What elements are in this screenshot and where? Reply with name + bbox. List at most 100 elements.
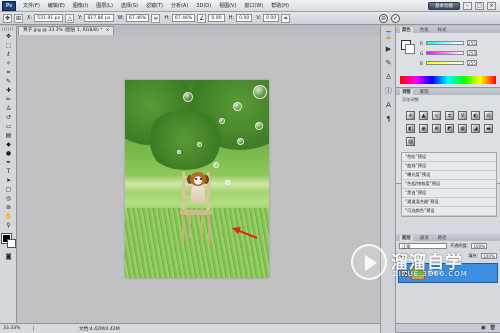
menu-image[interactable]: 图像(I) xyxy=(69,2,92,9)
layer-visibility-eye-icon[interactable]: ● xyxy=(401,269,408,277)
quick-mask-icon[interactable]: ◙ xyxy=(3,252,14,261)
paragraph-panel-icon[interactable]: ¶ xyxy=(383,114,394,124)
3d-rotate-tool-icon[interactable]: ◎ xyxy=(3,194,14,203)
menu-window[interactable]: 窗口(W) xyxy=(240,2,267,9)
menu-view[interactable]: 视图(V) xyxy=(215,2,240,9)
document-tab[interactable]: 凳子.jpg @ 33.3% (图层 1, RGB/8) * × xyxy=(18,26,115,35)
y-position-field[interactable]: 817.86 px xyxy=(84,14,114,22)
warp-icon[interactable]: ⌗ xyxy=(281,13,291,23)
tab-swatches[interactable]: 色板 xyxy=(418,27,431,33)
gradient-tool-icon[interactable]: ▤ xyxy=(3,131,14,140)
menu-3d[interactable]: 3D(D) xyxy=(192,3,215,9)
character-panel-icon[interactable]: A xyxy=(383,100,394,110)
threshold-icon[interactable]: ◪ xyxy=(471,124,480,133)
close-document-icon[interactable]: × xyxy=(106,28,110,33)
curves-icon[interactable]: ∿ xyxy=(432,111,441,120)
posterize-icon[interactable]: ▦ xyxy=(458,124,467,133)
eyedropper-tool-icon[interactable]: ✎ xyxy=(3,77,14,86)
lock-icon[interactable]: 🔒 xyxy=(412,253,417,259)
width-field[interactable]: 67.46% xyxy=(125,14,150,22)
hand-tool-icon[interactable]: ✋ xyxy=(3,212,14,221)
toolbox-grip[interactable] xyxy=(2,27,14,31)
history-panel-icon[interactable]: ⌛ xyxy=(383,30,394,40)
commit-transform-button[interactable]: ✓ xyxy=(391,13,400,23)
preset-hue-saturation[interactable]: “色相/饱和度”预设 xyxy=(402,180,496,189)
blend-mode-select[interactable]: 正常 xyxy=(399,243,447,249)
minimize-button[interactable]: – xyxy=(463,1,472,10)
shape-tool-icon[interactable]: ▢ xyxy=(3,185,14,194)
new-layer-icon[interactable]: ▣ xyxy=(481,324,486,332)
maximize-button[interactable]: □ xyxy=(475,1,484,10)
eraser-tool-icon[interactable]: ▭ xyxy=(3,122,14,131)
black-white-icon[interactable]: ◧ xyxy=(406,124,415,133)
slider-g-track[interactable] xyxy=(426,51,465,55)
hskew-field[interactable]: 0.00 xyxy=(236,14,253,22)
tab-adjustments[interactable]: 调整 xyxy=(400,88,413,95)
lasso-tool-icon[interactable]: ℓ xyxy=(3,50,14,59)
pen-tool-icon[interactable]: ✒ xyxy=(3,158,14,167)
link-icon[interactable]: ∞ xyxy=(151,13,161,23)
exposure-icon[interactable]: ± xyxy=(445,111,454,120)
tab-layers[interactable]: 图层 xyxy=(400,234,413,241)
menu-select[interactable]: 选择(S) xyxy=(117,2,142,9)
gradient-map-icon[interactable]: ▬ xyxy=(484,124,493,133)
info-panel-icon[interactable]: ⓘ xyxy=(383,86,394,96)
preset-channel-mixer[interactable]: “通道混合器”预设 xyxy=(402,198,496,207)
menu-filter[interactable]: 滤镜(T) xyxy=(142,2,167,9)
preset-selective-color[interactable]: “可选颜色”预设 xyxy=(402,207,496,216)
brush-tool-icon[interactable]: ✏ xyxy=(3,95,14,104)
dodge-tool-icon[interactable]: ● xyxy=(3,149,14,158)
preset-black-white[interactable]: “黑白”预设 xyxy=(402,189,496,198)
selective-color-icon[interactable]: ▨ xyxy=(406,137,415,146)
angle-field[interactable]: 0.00 xyxy=(208,14,225,22)
height-field[interactable]: 67.46% xyxy=(171,14,196,22)
canvas-area[interactable] xyxy=(18,35,380,324)
fill-field[interactable]: 100% xyxy=(481,253,497,259)
vskew-field[interactable]: 0.00 xyxy=(263,14,280,22)
x-position-field[interactable]: 531.91 px xyxy=(34,14,64,22)
brush-panel-icon[interactable]: ✎ xyxy=(383,58,394,68)
slider-r-track[interactable] xyxy=(425,41,464,45)
type-tool-icon[interactable]: T xyxy=(3,167,14,176)
clone-stamp-tool-icon[interactable]: ♙ xyxy=(3,104,14,113)
clone-source-panel-icon[interactable]: ♙ xyxy=(383,72,394,82)
levels-icon[interactable]: ▲ xyxy=(419,111,428,120)
preset-levels[interactable]: “色阶”预设 xyxy=(402,153,496,162)
preset-exposure[interactable]: “曝光度”预设 xyxy=(402,171,496,180)
vibrance-icon[interactable]: V xyxy=(458,111,467,120)
tab-paths[interactable]: 路径 xyxy=(436,235,449,241)
tab-color[interactable]: 颜色 xyxy=(400,26,413,33)
slider-b-track[interactable] xyxy=(425,61,464,65)
reference-point-icon[interactable]: ⊞ xyxy=(14,13,23,23)
tab-styles[interactable]: 样式 xyxy=(436,27,449,33)
actions-panel-icon[interactable]: ▶ xyxy=(383,44,394,54)
menu-file[interactable]: 文件(F) xyxy=(19,2,44,9)
marquee-tool-icon[interactable]: ⬚ xyxy=(3,41,14,50)
menu-help[interactable]: 帮助(H) xyxy=(267,2,293,9)
zoom-tool-icon[interactable]: ⚲ xyxy=(3,221,14,230)
channel-mixer-icon[interactable]: ❋ xyxy=(432,124,441,133)
menu-analysis[interactable]: 分析(A) xyxy=(167,2,192,9)
move-tool-icon[interactable]: ✥ xyxy=(3,32,14,41)
path-selection-tool-icon[interactable]: ➤ xyxy=(3,176,14,185)
layer-row-selected[interactable]: ● 图层 1 xyxy=(398,263,498,283)
3d-orbit-tool-icon[interactable]: ⊚ xyxy=(3,203,14,212)
document-photo[interactable] xyxy=(125,80,269,278)
tab-masks[interactable]: 蒙版 xyxy=(418,89,431,95)
background-color-swatch[interactable] xyxy=(7,239,16,248)
menu-edit[interactable]: 编辑(E) xyxy=(44,2,69,9)
delete-layer-icon[interactable]: 🗑 xyxy=(490,324,496,332)
color-spectrum-bar[interactable] xyxy=(400,76,496,84)
crop-tool-icon[interactable]: ⌗ xyxy=(3,68,14,77)
healing-brush-tool-icon[interactable]: ✚ xyxy=(3,86,14,95)
cancel-transform-button[interactable]: ⊘ xyxy=(379,13,388,23)
color-balance-icon[interactable]: ⚖ xyxy=(484,111,493,120)
preset-curves[interactable]: “曲线”预设 xyxy=(402,162,496,171)
slider-g-value[interactable]: 255 xyxy=(467,50,478,56)
menu-layer[interactable]: 图层(L) xyxy=(92,2,117,9)
brightness-icon[interactable]: ☀ xyxy=(406,111,415,120)
close-button[interactable]: × xyxy=(487,1,496,10)
workspace-button[interactable]: 基本功能 xyxy=(428,1,460,10)
invert-icon[interactable]: ◩ xyxy=(445,124,454,133)
color-swatches[interactable] xyxy=(1,233,16,248)
